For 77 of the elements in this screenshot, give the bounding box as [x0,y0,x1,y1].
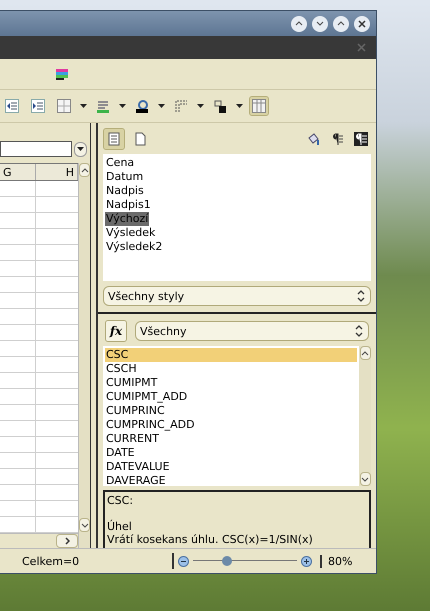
list-page-icon [107,132,121,146]
style-item[interactable]: Výsledek2 [105,240,164,254]
up-down-icon [356,289,366,304]
style-filter-select[interactable]: Všechny styly [103,286,371,306]
description-text: Vrátí kosekans úhlu. CSC(x)=1/SIN(x) [107,533,314,546]
caret-icon [80,104,87,108]
close-button[interactable] [354,16,370,32]
chevron-right-icon [64,537,70,545]
page-icon [133,132,147,146]
borders-icon [57,99,71,113]
increase-indent-icon [31,99,45,113]
maximize-button[interactable] [333,16,349,32]
style-item[interactable]: Cena [105,156,136,170]
paragraph-styles-button[interactable] [103,128,125,150]
line-style-icon [96,99,110,113]
caret-icon [158,104,165,108]
scroll-down-button[interactable] [79,518,90,532]
close-icon [358,20,366,28]
chevron-down-icon [361,476,369,482]
chevron-up-icon [361,350,369,356]
shade-button[interactable] [291,16,307,32]
sum-text: Celkem=0 [22,554,80,568]
pilcrow-icon [354,132,368,146]
border-style-icon [174,99,188,113]
function-item[interactable]: DAVERAGE [105,474,357,486]
function-item[interactable]: CURRENT [105,432,357,446]
decrease-indent-button[interactable] [2,96,22,116]
vertical-scrollbar[interactable] [78,163,90,548]
style-item[interactable]: Nadpis [105,184,145,198]
panel-splitter[interactable] [90,123,98,548]
function-item[interactable]: CUMPRINC [105,404,357,418]
style-item[interactable]: Datum [105,170,144,184]
chevron-down-icon [316,21,324,26]
borders-button[interactable] [54,96,74,116]
function-item[interactable]: CSC [105,348,357,362]
color-bars-icon [55,67,69,81]
function-item[interactable]: DATE [105,446,357,460]
zoom-percentage: 80% [320,554,352,568]
style-item[interactable]: Výchozí [105,212,150,226]
function-item[interactable]: CUMIPMT [105,376,357,390]
chevron-up-icon [80,168,88,172]
chevron-down-icon [80,522,88,528]
scroll-right-button[interactable] [56,534,78,548]
minimize-button[interactable] [312,16,328,32]
function-item[interactable]: CUMPRINC_ADD [105,418,357,432]
argument-label: Úhel [107,520,133,533]
scroll-down-button[interactable] [360,472,370,486]
up-down-icon [354,324,364,338]
zoom-slider-thumb[interactable] [222,556,232,566]
scroll-up-button[interactable] [79,163,90,177]
chevron-up-icon [295,21,303,26]
style-item[interactable]: Výsledek [105,226,156,240]
caret-icon [197,104,204,108]
function-signature: CSC: [107,494,134,507]
close-icon [356,43,366,52]
zoom-out-icon [178,556,189,566]
chevron-up-icon [337,21,345,26]
insert-function-button[interactable]: fx [105,320,127,342]
decrease-indent-icon [5,99,19,113]
name-box-dropdown-button[interactable] [74,142,87,156]
caret-icon [236,104,243,108]
grid-icon [252,99,266,113]
column-header[interactable]: G [0,164,36,180]
grid-toggle-button[interactable] [249,96,269,116]
pilcrow-icon [330,132,344,146]
function-item[interactable]: DATEVALUE [105,460,357,474]
increase-indent-button[interactable] [28,96,48,116]
function-list-scrollbar[interactable] [359,346,371,486]
style-item[interactable]: Nadpis1 [105,198,152,212]
function-category-select[interactable]: Všechny [135,321,369,341]
function-item[interactable]: CSCH [105,362,357,376]
name-box-field[interactable] [0,141,72,157]
caret-icon [119,104,126,108]
function-item[interactable]: CUMIPMT_ADD [105,390,357,404]
scroll-up-button[interactable] [360,346,370,360]
zoom-in-icon [301,556,312,566]
caret-icon [77,147,84,151]
